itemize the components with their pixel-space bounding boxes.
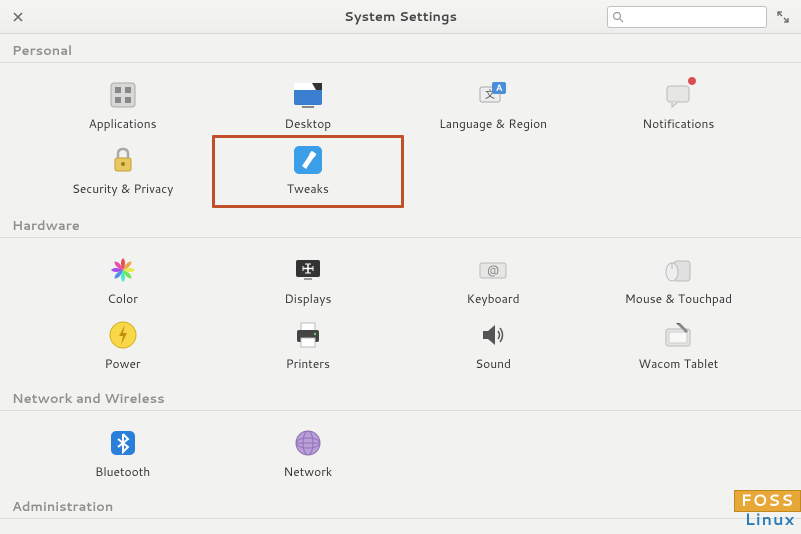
item-label: Keyboard [467,290,520,307]
search-field[interactable] [607,6,767,28]
item-displays[interactable]: Displays [215,248,400,313]
item-power[interactable]: Power [30,313,215,378]
item-network[interactable]: Network [215,421,400,486]
item-label: Power [105,355,141,372]
keyboard-icon: @ [477,254,509,286]
wacom-tablet-icon [662,319,694,351]
search-icon [612,11,624,23]
section-title-administration: Administration [0,494,801,518]
item-label: Sound [475,355,511,372]
applications-icon [107,79,139,111]
item-label: Displays [284,290,331,307]
item-label: Mouse & Touchpad [625,290,732,307]
color-icon [107,254,139,286]
item-security-privacy[interactable]: Security & Privacy [30,138,215,205]
tweaks-icon [292,144,324,176]
item-label: Network [284,463,333,480]
desktop-icon [292,79,324,111]
svg-text:A: A [496,81,503,94]
content-area: Personal Applications Desktop 文A Languag… [0,34,801,534]
bluetooth-icon [107,427,139,459]
mouse-touchpad-icon [662,254,694,286]
section-title-hardware: Hardware [0,213,801,237]
grid-network: Bluetooth Network [0,415,801,494]
item-about[interactable]: About [30,529,215,534]
item-color[interactable]: Color [30,248,215,313]
svg-text:@: @ [487,261,499,278]
section-title-network: Network and Wireless [0,386,801,410]
item-label: Language & Region [439,115,547,132]
item-label: Tweaks [287,180,329,197]
grid-personal: Applications Desktop 文A Language & Regio… [0,67,801,213]
item-mouse-touchpad[interactable]: Mouse & Touchpad [586,248,771,313]
item-label: Desktop [285,115,332,132]
item-printers[interactable]: Printers [215,313,400,378]
item-tweaks[interactable]: Tweaks [212,135,403,208]
grid-hardware: Color Displays @ Keyboard Mouse & Touchp… [0,242,801,386]
item-keyboard[interactable]: @ Keyboard [401,248,586,313]
divider [0,518,801,519]
item-user-accounts[interactable]: User Accounts [586,529,771,534]
notification-badge [688,77,696,85]
network-icon [292,427,324,459]
close-button[interactable] [8,7,28,27]
divider [0,62,801,63]
displays-icon [292,254,324,286]
lock-icon [107,144,139,176]
item-universal-access[interactable]: Universal Access [401,529,586,534]
window-title: System Settings [344,8,457,26]
item-sound[interactable]: Sound [401,313,586,378]
grid-administration: About Date & Time Universal Access User … [0,523,801,534]
item-notifications[interactable]: Notifications [586,73,771,138]
printers-icon [292,319,324,351]
divider [0,410,801,411]
language-region-icon: 文A [477,79,509,111]
search-input[interactable] [628,10,762,24]
power-icon [107,319,139,351]
titlebar: System Settings [0,0,801,34]
watermark: FOSS Linux [734,490,801,528]
maximize-button[interactable] [773,7,793,27]
item-desktop[interactable]: Desktop [215,73,400,138]
sound-icon [477,319,509,351]
item-wacom-tablet[interactable]: Wacom Tablet [586,313,771,378]
item-label: Printers [286,355,330,372]
item-label: Color [107,290,138,307]
item-applications[interactable]: Applications [30,73,215,138]
item-bluetooth[interactable]: Bluetooth [30,421,215,486]
item-label: Wacom Tablet [638,355,718,372]
item-label: Security & Privacy [72,180,173,197]
item-date-time[interactable]: Date & Time [215,529,400,534]
item-label: Notifications [642,115,714,132]
watermark-linux: Linux [734,512,801,528]
item-language-region[interactable]: 文A Language & Region [401,73,586,138]
item-label: Applications [89,115,157,132]
divider [0,237,801,238]
section-title-personal: Personal [0,38,801,62]
item-label: Bluetooth [95,463,150,480]
